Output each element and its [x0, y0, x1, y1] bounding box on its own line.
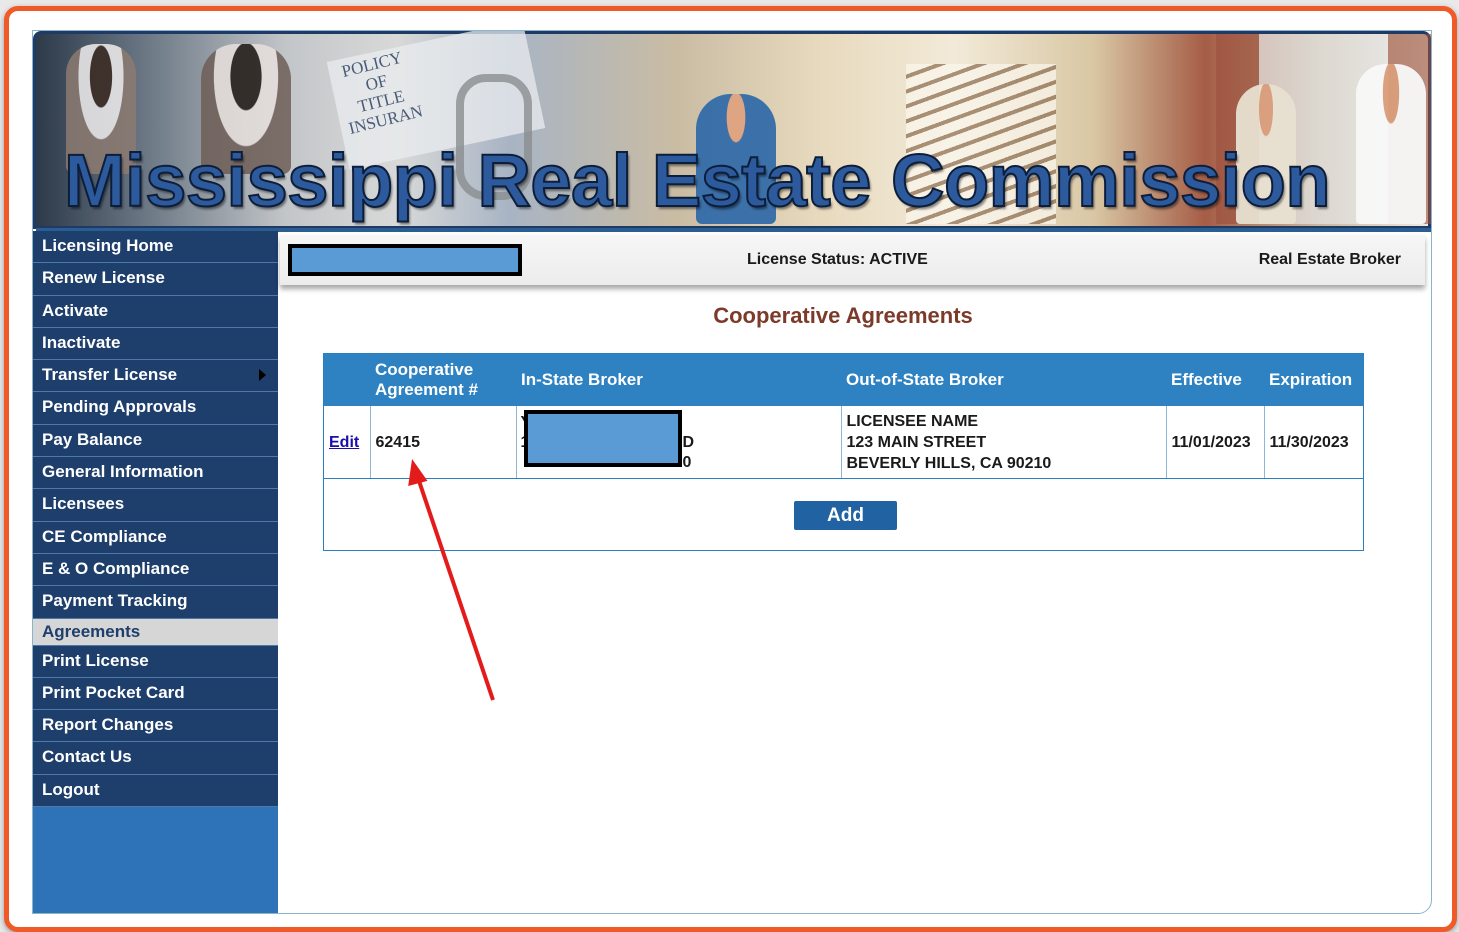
out-of-state-broker-street: 123 MAIN STREET	[846, 433, 987, 451]
sidebar-nav: Licensing Home Renew License Activate In…	[33, 231, 278, 913]
sidebar-item-transfer-license[interactable]: Transfer License	[33, 360, 278, 393]
table-header-row: Cooperative Agreement # In-State Broker …	[324, 354, 1363, 406]
sidebar-item-activate[interactable]: Activate	[33, 295, 278, 328]
sidebar-item-logout[interactable]: Logout	[33, 774, 278, 808]
sidebar-item-licensing-home[interactable]: Licensing Home	[33, 231, 278, 264]
column-header-action	[324, 354, 370, 406]
sidebar-item-general-information[interactable]: General Information	[33, 457, 278, 490]
column-header-out-of-state-broker: Out-of-State Broker	[841, 354, 1166, 406]
sidebar-item-print-license[interactable]: Print License	[33, 645, 278, 678]
sidebar-item-report-changes[interactable]: Report Changes	[33, 710, 278, 743]
sidebar-item-label: Transfer License	[42, 365, 178, 385]
agreements-table: Cooperative Agreement # In-State Broker …	[324, 354, 1363, 479]
sidebar-item-renew-license[interactable]: Renew License	[33, 263, 278, 296]
license-type-text: Real Estate Broker	[1258, 251, 1401, 268]
sidebar-item-ce-compliance[interactable]: CE Compliance	[33, 521, 278, 554]
header-banner: POLICY OF TITLE INSURAN Mississippi Real…	[33, 31, 1431, 232]
expiration-date-cell: 11/30/2023	[1263, 406, 1363, 479]
redacted-licensee-name	[288, 244, 522, 276]
site-title: Mississippi Real Estate Commission	[63, 138, 1332, 223]
sidebar-item-pending-approvals[interactable]: Pending Approvals	[33, 392, 278, 425]
submenu-arrow-icon	[259, 369, 266, 382]
in-state-broker-fragment: 0	[682, 454, 692, 471]
page-title: Cooperative Agreements	[713, 303, 973, 328]
out-of-state-broker-cell: LICENSEE NAME 123 MAIN STREET BEVERLY HI…	[840, 406, 1166, 479]
column-header-in-state-broker: In-State Broker	[516, 354, 841, 406]
sidebar-item-eo-compliance[interactable]: E & O Compliance	[33, 553, 278, 587]
sidebar-item-payment-tracking[interactable]: Payment Tracking	[33, 586, 278, 619]
table-row: Edit 62415 Y 1 D 0 LICENSEE NAME 123 MAI…	[324, 406, 1363, 479]
redacted-in-state-broker	[523, 410, 682, 467]
column-header-agreement-number: Cooperative Agreement #	[370, 354, 516, 406]
effective-date-cell: 11/01/2023	[1165, 406, 1264, 479]
out-of-state-broker-city: BEVERLY HILLS, CA 90210	[846, 454, 1052, 472]
sidebar-item-pay-balance[interactable]: Pay Balance	[33, 424, 278, 458]
add-agreement-button[interactable]: Add	[794, 501, 897, 530]
sidebar-item-inactivate[interactable]: Inactivate	[33, 327, 278, 361]
sidebar-item-print-pocket-card[interactable]: Print Pocket Card	[33, 677, 278, 711]
agreements-table-container: Cooperative Agreement # In-State Broker …	[323, 353, 1364, 551]
row-action-cell: Edit	[324, 406, 370, 479]
out-of-state-broker-name: LICENSEE NAME	[846, 412, 979, 430]
page-container: POLICY OF TITLE INSURAN Mississippi Real…	[32, 30, 1432, 914]
banner-photo-man-3	[1356, 64, 1426, 224]
sidebar-item-licensees[interactable]: Licensees	[33, 489, 278, 522]
license-status-text: License Status: ACTIVE	[747, 251, 928, 268]
edit-link[interactable]: Edit	[329, 434, 359, 451]
column-header-effective: Effective	[1166, 354, 1264, 406]
license-status-bar: License Status: ACTIVE Real Estate Broke…	[280, 235, 1425, 285]
in-state-broker-cell: Y 1 D 0	[515, 406, 841, 479]
agreement-number-cell: 62415	[369, 406, 516, 479]
sidebar-item-contact-us[interactable]: Contact Us	[33, 742, 278, 775]
sidebar-item-agreements[interactable]: Agreements	[33, 618, 278, 646]
in-state-broker-fragment: D	[682, 434, 695, 451]
column-header-expiration: Expiration	[1264, 354, 1363, 406]
